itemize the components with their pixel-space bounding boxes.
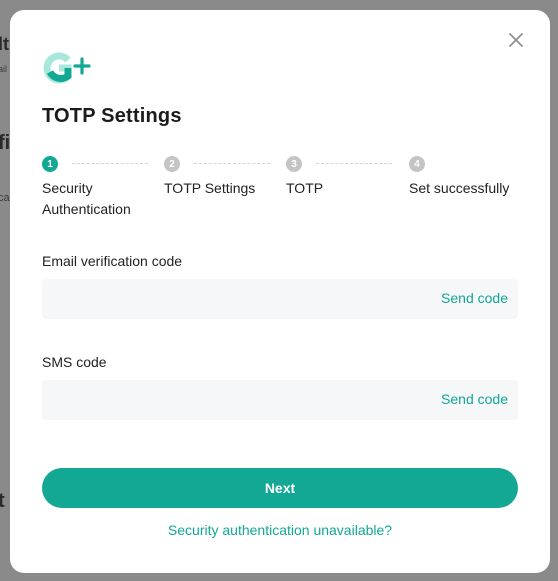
stepper: 1 Security Authentication 2 TOTP Setting… <box>42 156 518 226</box>
background-text-fragment: t <box>0 490 5 512</box>
email-code-label: Email verification code <box>42 253 183 269</box>
sms-code-input[interactable] <box>54 380 418 422</box>
email-code-field: Send code <box>42 279 518 321</box>
step-label: Set successfully <box>409 180 510 196</box>
sms-code-field: Send code <box>42 380 518 422</box>
step-totp-settings: 2 TOTP Settings <box>164 156 255 199</box>
background-text-fragment: ail <box>0 64 8 74</box>
g-plus-logo-icon <box>42 50 92 86</box>
step-number-badge: 1 <box>42 156 58 172</box>
totp-settings-modal: TOTP Settings 1 Security Authentication … <box>10 10 550 573</box>
background-text-fragment: lt <box>0 34 9 54</box>
sms-code-label: SMS code <box>42 354 107 370</box>
sms-send-code-button[interactable]: Send code <box>441 391 508 407</box>
step-label: TOTP Settings <box>164 180 256 196</box>
email-code-input[interactable] <box>54 279 418 321</box>
step-number-badge: 3 <box>286 156 302 172</box>
step-set-successfully: 4 Set successfully <box>409 156 509 199</box>
step-number-badge: 4 <box>409 156 425 172</box>
security-unavailable-link[interactable]: Security authentication unavailable? <box>10 522 550 538</box>
step-connector <box>316 163 392 164</box>
email-send-code-button[interactable]: Send code <box>441 290 508 306</box>
next-button[interactable]: Next <box>42 468 518 508</box>
modal-title: TOTP Settings <box>42 105 182 127</box>
background-text-fragment: fi <box>0 132 11 154</box>
close-button[interactable] <box>506 30 526 50</box>
close-icon <box>509 33 523 47</box>
step-label: Security Authentication <box>42 180 131 217</box>
step-totp: 3 TOTP <box>286 156 323 199</box>
step-number-badge: 2 <box>164 156 180 172</box>
step-label: TOTP <box>286 180 324 196</box>
background-text-fragment: ca <box>0 192 10 204</box>
step-security-authentication: 1 Security Authentication <box>42 156 152 220</box>
